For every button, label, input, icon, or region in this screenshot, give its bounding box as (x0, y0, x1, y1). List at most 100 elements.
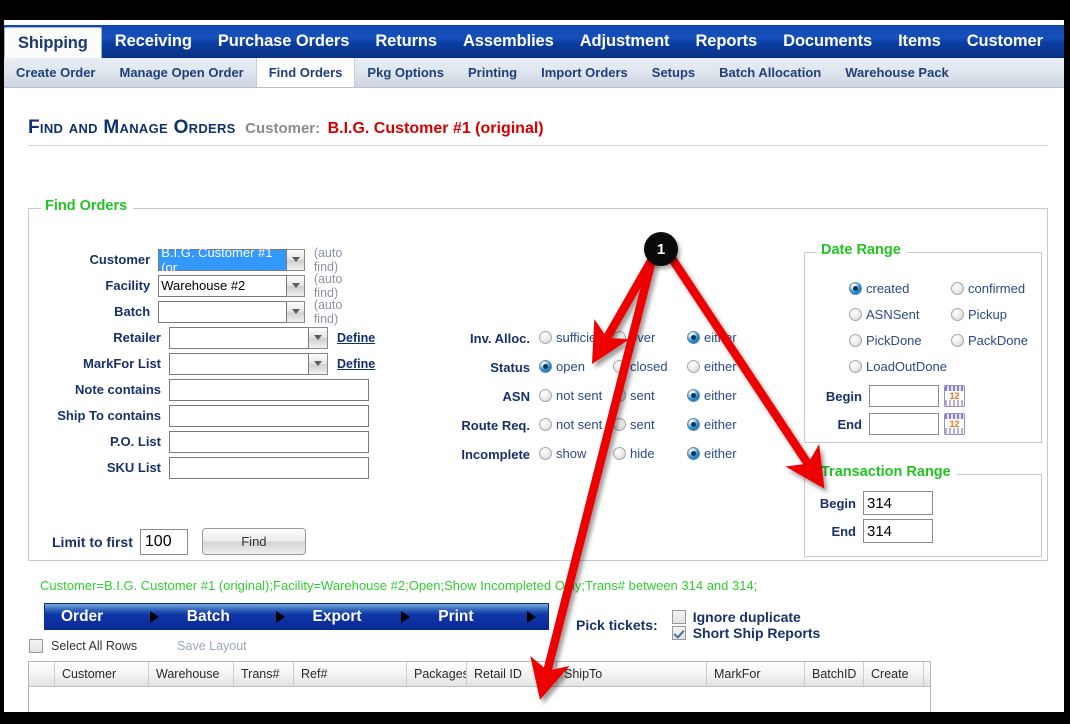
field-input-sku-list[interactable] (169, 456, 369, 479)
date-radio-loadoutdone[interactable]: LoadOutDone (849, 359, 947, 374)
dropdown-toggle-facility[interactable] (287, 274, 305, 297)
radio-status-closed[interactable]: closed (613, 359, 668, 374)
dropdown-toggle-retailer[interactable] (309, 326, 328, 349)
select-all-checkbox[interactable] (29, 639, 43, 653)
radio-icon[interactable] (849, 282, 862, 295)
main-tab-ad[interactable]: Ad (1056, 25, 1064, 58)
radio-icon[interactable] (951, 282, 964, 295)
grid-column-header-warehouse[interactable]: Warehouse (149, 662, 234, 686)
radio-incomplete-either[interactable]: either (687, 446, 737, 461)
radio-icon[interactable] (613, 360, 626, 373)
toolbar-menu-order[interactable]: Order (45, 604, 171, 629)
radio-icon[interactable] (613, 331, 626, 344)
radio-asn-either[interactable]: either (687, 388, 737, 403)
sub-tab-setups[interactable]: Setups (640, 58, 707, 87)
sub-tab-printing[interactable]: Printing (456, 58, 529, 87)
save-layout-link[interactable]: Save Layout (177, 639, 247, 653)
radio-icon[interactable] (687, 360, 700, 373)
radio-route-req-either[interactable]: either (687, 417, 737, 432)
main-tab-returns[interactable]: Returns (362, 25, 450, 58)
radio-icon[interactable] (849, 334, 862, 347)
date-radio-pickdone[interactable]: PickDone (849, 333, 922, 348)
checkbox-icon[interactable] (671, 610, 686, 624)
date-radio-created[interactable]: created (849, 281, 909, 296)
radio-icon[interactable] (539, 331, 552, 344)
radio-status-either[interactable]: either (687, 359, 737, 374)
main-tab-assemblies[interactable]: Assemblies (450, 25, 567, 58)
radio-icon[interactable] (951, 308, 964, 321)
transaction-begin-input[interactable]: 314 (863, 491, 933, 515)
find-button[interactable]: Find (201, 528, 306, 555)
toolbar-menu-print[interactable]: Print (422, 604, 548, 629)
radio-inv-alloc-over[interactable]: over (613, 330, 655, 345)
radio-asn-not-sent[interactable]: not sent (539, 388, 602, 403)
checkbox-icon[interactable] (671, 626, 686, 640)
dropdown-toggle-batch[interactable] (287, 300, 305, 323)
sub-tab-find-orders[interactable]: Find Orders (255, 58, 356, 87)
sub-tab-create-order[interactable]: Create Order (4, 58, 107, 87)
main-tab-documents[interactable]: Documents (770, 25, 885, 58)
sub-tab-manage-open-order[interactable]: Manage Open Order (107, 58, 255, 87)
field-input-customer[interactable]: B.I.G. Customer #1 (or (158, 245, 288, 275)
date-radio-pickup[interactable]: Pickup (951, 307, 1007, 322)
main-tab-purchase-orders[interactable]: Purchase Orders (205, 25, 362, 58)
grid-column-header-ref-[interactable]: Ref# (294, 662, 407, 686)
toolbar-menu-batch[interactable]: Batch (171, 604, 297, 629)
main-tab-items[interactable]: Items (885, 25, 954, 58)
main-tab-shipping[interactable]: Shipping (4, 27, 102, 58)
radio-icon[interactable] (951, 334, 964, 347)
grid-column-header-markfor[interactable]: MarkFor (707, 662, 805, 686)
date-begin-input[interactable] (869, 385, 939, 407)
radio-status-open[interactable]: open (539, 359, 585, 374)
date-radio-asnsent[interactable]: ASNSent (849, 307, 919, 322)
radio-icon[interactable] (613, 389, 626, 402)
grid-column-header-customer[interactable]: Customer (55, 662, 149, 686)
radio-icon[interactable] (539, 360, 552, 373)
dropdown-toggle-customer[interactable] (287, 248, 305, 271)
pick-ticket-checkbox-ignore-duplicate[interactable]: Ignore duplicate (671, 609, 821, 625)
radio-asn-sent[interactable]: sent (613, 388, 655, 403)
radio-inv-alloc-sufficient[interactable]: sufficient (539, 330, 607, 345)
field-input-facility[interactable]: Warehouse #2 (158, 274, 288, 297)
field-input-retailer[interactable] (169, 326, 309, 349)
calendar-icon[interactable]: 12 (944, 385, 965, 407)
radio-icon[interactable] (539, 418, 552, 431)
radio-icon[interactable] (687, 331, 700, 344)
grid-column-header-shipto[interactable]: ShipTo (557, 662, 707, 686)
sub-tab-batch-allocation[interactable]: Batch Allocation (707, 58, 833, 87)
pick-ticket-checkbox-short-ship-reports[interactable]: Short Ship Reports (671, 625, 820, 641)
date-radio-packdone[interactable]: PackDone (951, 333, 1028, 348)
calendar-icon[interactable]: 12 (944, 413, 965, 435)
grid-column-header-batchid[interactable]: BatchID (805, 662, 864, 686)
main-tab-reports[interactable]: Reports (682, 25, 770, 58)
sub-tab-pkg-options[interactable]: Pkg Options (355, 58, 456, 87)
main-tab-customer[interactable]: Customer (954, 25, 1056, 58)
radio-route-req-not-sent[interactable]: not sent (539, 417, 602, 432)
radio-icon[interactable] (687, 389, 700, 402)
radio-route-req-sent[interactable]: sent (613, 417, 655, 432)
radio-icon[interactable] (613, 447, 626, 460)
radio-icon[interactable] (849, 308, 862, 321)
toolbar-menu-export[interactable]: Export (297, 604, 423, 629)
main-tab-receiving[interactable]: Receiving (102, 25, 205, 58)
grid-column-header-trans-[interactable]: Trans# (234, 662, 294, 686)
grid-column-header-select[interactable] (29, 662, 55, 686)
radio-icon[interactable] (539, 389, 552, 402)
dropdown-toggle-markfor-list[interactable] (309, 352, 328, 375)
limit-input[interactable]: 100 (139, 528, 188, 555)
grid-column-header-retail-id[interactable]: Retail ID (467, 662, 557, 686)
field-input-batch[interactable] (158, 300, 288, 323)
radio-incomplete-show[interactable]: show (539, 446, 586, 461)
radio-icon[interactable] (687, 418, 700, 431)
field-input-markfor-list[interactable] (169, 352, 309, 375)
radio-icon[interactable] (849, 360, 862, 373)
radio-icon[interactable] (687, 447, 700, 460)
field-input-p-o-list[interactable] (169, 430, 369, 453)
radio-inv-alloc-either[interactable]: either (687, 330, 737, 345)
define-link-retailer[interactable]: Define (337, 331, 375, 345)
date-radio-confirmed[interactable]: confirmed (951, 281, 1025, 296)
transaction-end-input[interactable]: 314 (863, 519, 933, 543)
radio-icon[interactable] (613, 418, 626, 431)
radio-icon[interactable] (539, 447, 552, 460)
sub-tab-import-orders[interactable]: Import Orders (529, 58, 640, 87)
